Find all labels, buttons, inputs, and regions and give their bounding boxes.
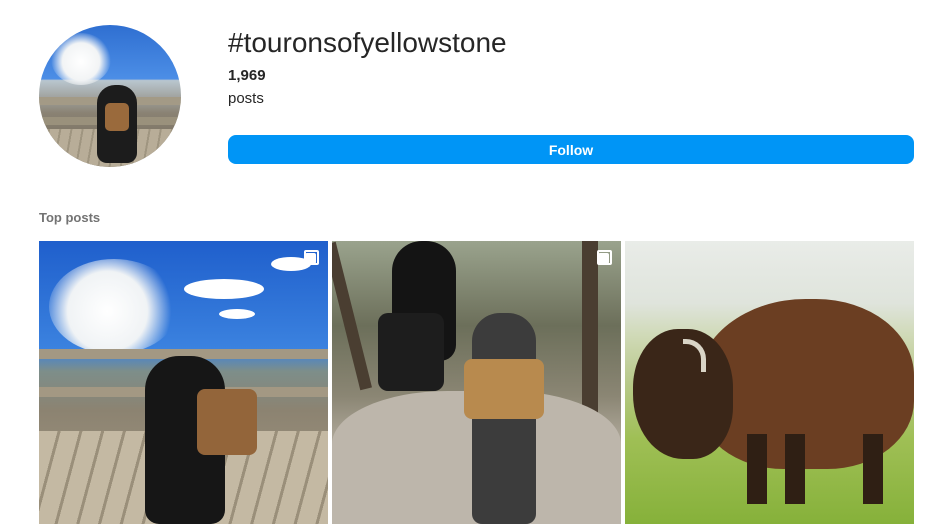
geyser-steam xyxy=(49,259,179,354)
top-post-3[interactable] xyxy=(625,241,914,524)
hashtag-avatar xyxy=(39,25,181,167)
follow-button[interactable]: Follow xyxy=(228,135,914,164)
bison-leg xyxy=(863,434,883,504)
hashtag-title: #touronsofyellowstone xyxy=(228,27,507,58)
post-count: 1,969 xyxy=(228,67,266,84)
multiple-images-icon xyxy=(304,250,319,265)
backpack xyxy=(378,313,444,391)
bison-leg xyxy=(747,434,767,504)
dog-saddlebag xyxy=(197,389,257,455)
avatar-geyser-steam xyxy=(51,33,111,85)
cloud xyxy=(184,279,264,299)
post-count-label: posts xyxy=(228,90,264,107)
bison-leg xyxy=(785,434,805,504)
multiple-images-icon xyxy=(597,250,612,265)
top-post-1[interactable] xyxy=(39,241,328,524)
top-posts-heading: Top posts xyxy=(39,210,101,225)
tree-trunk xyxy=(332,241,372,391)
dog-saddlebag xyxy=(464,359,544,419)
top-post-2[interactable] xyxy=(332,241,621,524)
cloud xyxy=(219,309,255,319)
avatar-dog-pack xyxy=(105,103,129,131)
